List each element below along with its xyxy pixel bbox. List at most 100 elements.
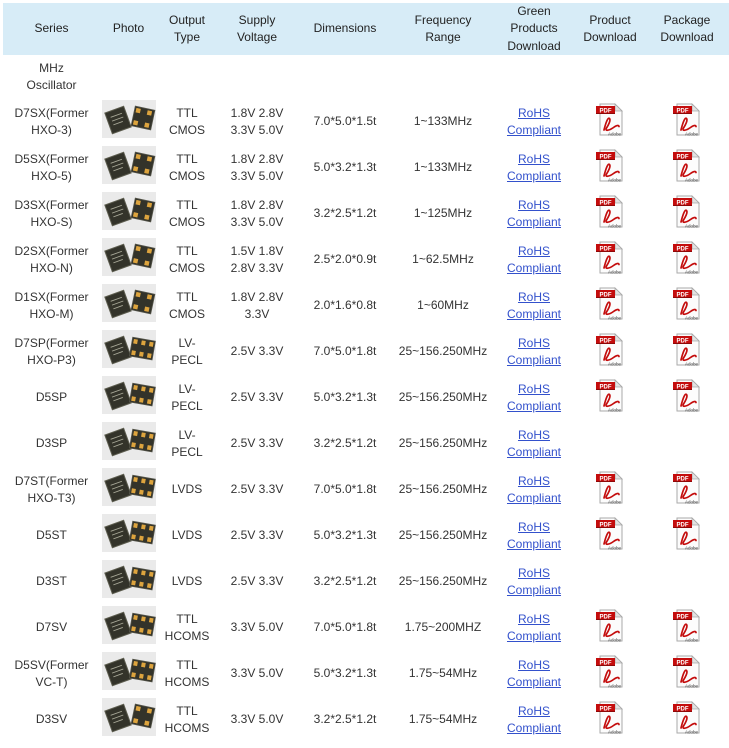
oscillator-photo-image	[102, 238, 156, 276]
package-pdf-link[interactable]: PDFAdobe	[672, 147, 702, 184]
column-header-dimensions: Dimensions	[297, 3, 393, 55]
pdf-label: PDF	[677, 108, 689, 114]
product-pdf-link[interactable]: PDF Adobe	[595, 331, 625, 368]
adobe-label: Adobe	[685, 223, 699, 228]
product-pdf-link[interactable]: PDFAdobe	[595, 285, 625, 322]
header-row: SeriesPhotoOutput TypeSupply VoltageDime…	[3, 3, 729, 55]
package-pdf-link[interactable]: PDFAdobe	[672, 607, 702, 644]
package-pdf-link[interactable]: PDFAdobe	[672, 193, 702, 230]
package-download-cell: PDFAdobe	[645, 329, 729, 375]
rohs-compliant-link[interactable]: RoHS Compliant	[507, 244, 561, 275]
pdf-label: PDF	[677, 660, 689, 666]
package-download-cell: PDFAdobe	[645, 375, 729, 421]
dimensions-cell: 5.0*3.2*1.3t	[297, 513, 393, 559]
output-type-cell: TTL HCOMS	[157, 697, 217, 743]
pdf-label: PDF	[677, 614, 689, 620]
product-pdf-link[interactable]: PDFAdobe	[595, 515, 625, 552]
product-pdf-link[interactable]: PDFAdobe	[595, 699, 625, 736]
green-products-cell: RoHS Compliant	[493, 421, 575, 467]
adobe-label: Adobe	[608, 637, 622, 642]
frequency-range-cell: 25~156.250MHz	[393, 513, 493, 559]
product-pdf-icon: PDF Adobe	[595, 607, 625, 644]
rohs-compliant-link[interactable]: RoHS Compliant	[507, 520, 561, 551]
product-pdf-icon: PDFAdobe	[595, 653, 625, 690]
adobe-label: Adobe	[608, 407, 622, 412]
product-pdf-link[interactable]: PDFAdobe	[595, 239, 625, 276]
dimensions-cell: 7.0*5.0*1.8t	[297, 467, 393, 513]
column-header-package-download: Package Download	[645, 3, 729, 55]
package-pdf-link[interactable]: PDFAdobe	[672, 469, 702, 506]
product-pdf-icon: PDFAdobe	[595, 101, 625, 138]
photo-cell	[100, 697, 157, 743]
rohs-compliant-link[interactable]: RoHS Compliant	[507, 290, 561, 321]
package-pdf-link[interactable]: PDFAdobe	[672, 377, 702, 414]
supply-voltage-cell: 3.3V 5.0V	[217, 651, 297, 697]
package-pdf-link[interactable]: PDFAdobe	[672, 653, 702, 690]
package-pdf-link[interactable]: PDFAdobe	[672, 285, 702, 322]
output-type-cell: LV- PECL	[157, 329, 217, 375]
oscillator-photo-image	[102, 192, 156, 230]
supply-voltage-cell: 2.5V 3.3V	[217, 375, 297, 421]
package-pdf-icon: PDFAdobe	[672, 331, 702, 368]
group-row-spacer	[100, 55, 729, 99]
package-pdf-link[interactable]: PDF Adobe	[672, 101, 702, 138]
green-products-cell: RoHS Compliant	[493, 375, 575, 421]
package-pdf-link[interactable]: PDFAdobe	[672, 699, 702, 736]
rohs-compliant-link[interactable]: RoHS Compliant	[507, 474, 561, 505]
rohs-compliant-link[interactable]: RoHS Compliant	[507, 382, 561, 413]
product-pdf-link[interactable]: PDFAdobe	[595, 101, 625, 138]
oscillator-photo-image	[102, 652, 156, 690]
package-pdf-link[interactable]: PDFAdobe	[672, 515, 702, 552]
green-products-cell: RoHS Compliant	[493, 145, 575, 191]
series-cell: D7ST(Former HXO-T3)	[3, 467, 100, 513]
product-pdf-link[interactable]: PDF Adobe	[595, 607, 625, 644]
rohs-compliant-link[interactable]: RoHS Compliant	[507, 152, 561, 183]
rohs-compliant-link[interactable]: RoHS Compliant	[507, 428, 561, 459]
oscillator-photo-image	[102, 514, 156, 552]
rohs-compliant-link[interactable]: RoHS Compliant	[507, 106, 561, 137]
product-pdf-link[interactable]: PDFAdobe	[595, 147, 625, 184]
photo-cell	[100, 513, 157, 559]
pdf-label: PDF	[600, 108, 612, 114]
pdf-label: PDF	[600, 338, 612, 344]
adobe-label: Adobe	[685, 361, 699, 366]
series-cell: D5ST	[3, 513, 100, 559]
adobe-label: Adobe	[608, 361, 622, 366]
product-pdf-link[interactable]: PDFAdobe	[595, 469, 625, 506]
package-download-cell: PDF Adobe	[645, 99, 729, 145]
product-download-cell	[575, 421, 645, 467]
output-type-cell: LV- PECL	[157, 375, 217, 421]
output-type-cell: TTL CMOS	[157, 283, 217, 329]
rohs-compliant-link[interactable]: RoHS Compliant	[507, 612, 561, 643]
supply-voltage-cell: 1.5V 1.8V 2.8V 3.3V	[217, 237, 297, 283]
package-pdf-link[interactable]: PDFAdobe	[672, 239, 702, 276]
product-photo	[102, 652, 156, 690]
rohs-compliant-link[interactable]: RoHS Compliant	[507, 658, 561, 689]
package-pdf-icon: PDFAdobe	[672, 469, 702, 506]
supply-voltage-cell: 1.8V 2.8V 3.3V 5.0V	[217, 99, 297, 145]
rohs-compliant-link[interactable]: RoHS Compliant	[507, 704, 561, 735]
table-row: D7SVTTL HCOMS3.3V 5.0V7.0*5.0*1.8t1.75~2…	[3, 605, 729, 651]
pdf-label: PDF	[600, 614, 612, 620]
photo-cell	[100, 467, 157, 513]
photo-cell	[100, 375, 157, 421]
rohs-compliant-link[interactable]: RoHS Compliant	[507, 198, 561, 229]
product-pdf-link[interactable]: PDFAdobe	[595, 377, 625, 414]
product-pdf-link[interactable]: PDFAdobe	[595, 653, 625, 690]
photo-cell	[100, 237, 157, 283]
photo-cell	[100, 145, 157, 191]
oscillator-photo-image	[102, 422, 156, 460]
adobe-label: Adobe	[685, 131, 699, 136]
adobe-label: Adobe	[608, 269, 622, 274]
package-download-cell: PDFAdobe	[645, 145, 729, 191]
package-download-cell	[645, 559, 729, 605]
output-type-cell: TTL CMOS	[157, 145, 217, 191]
pdf-label: PDF	[600, 292, 612, 298]
product-pdf-link[interactable]: PDFAdobe	[595, 193, 625, 230]
pdf-label: PDF	[677, 154, 689, 160]
series-cell: D7SV	[3, 605, 100, 651]
rohs-compliant-link[interactable]: RoHS Compliant	[507, 566, 561, 597]
package-pdf-link[interactable]: PDFAdobe	[672, 331, 702, 368]
package-download-cell: PDFAdobe	[645, 283, 729, 329]
rohs-compliant-link[interactable]: RoHS Compliant	[507, 336, 561, 367]
